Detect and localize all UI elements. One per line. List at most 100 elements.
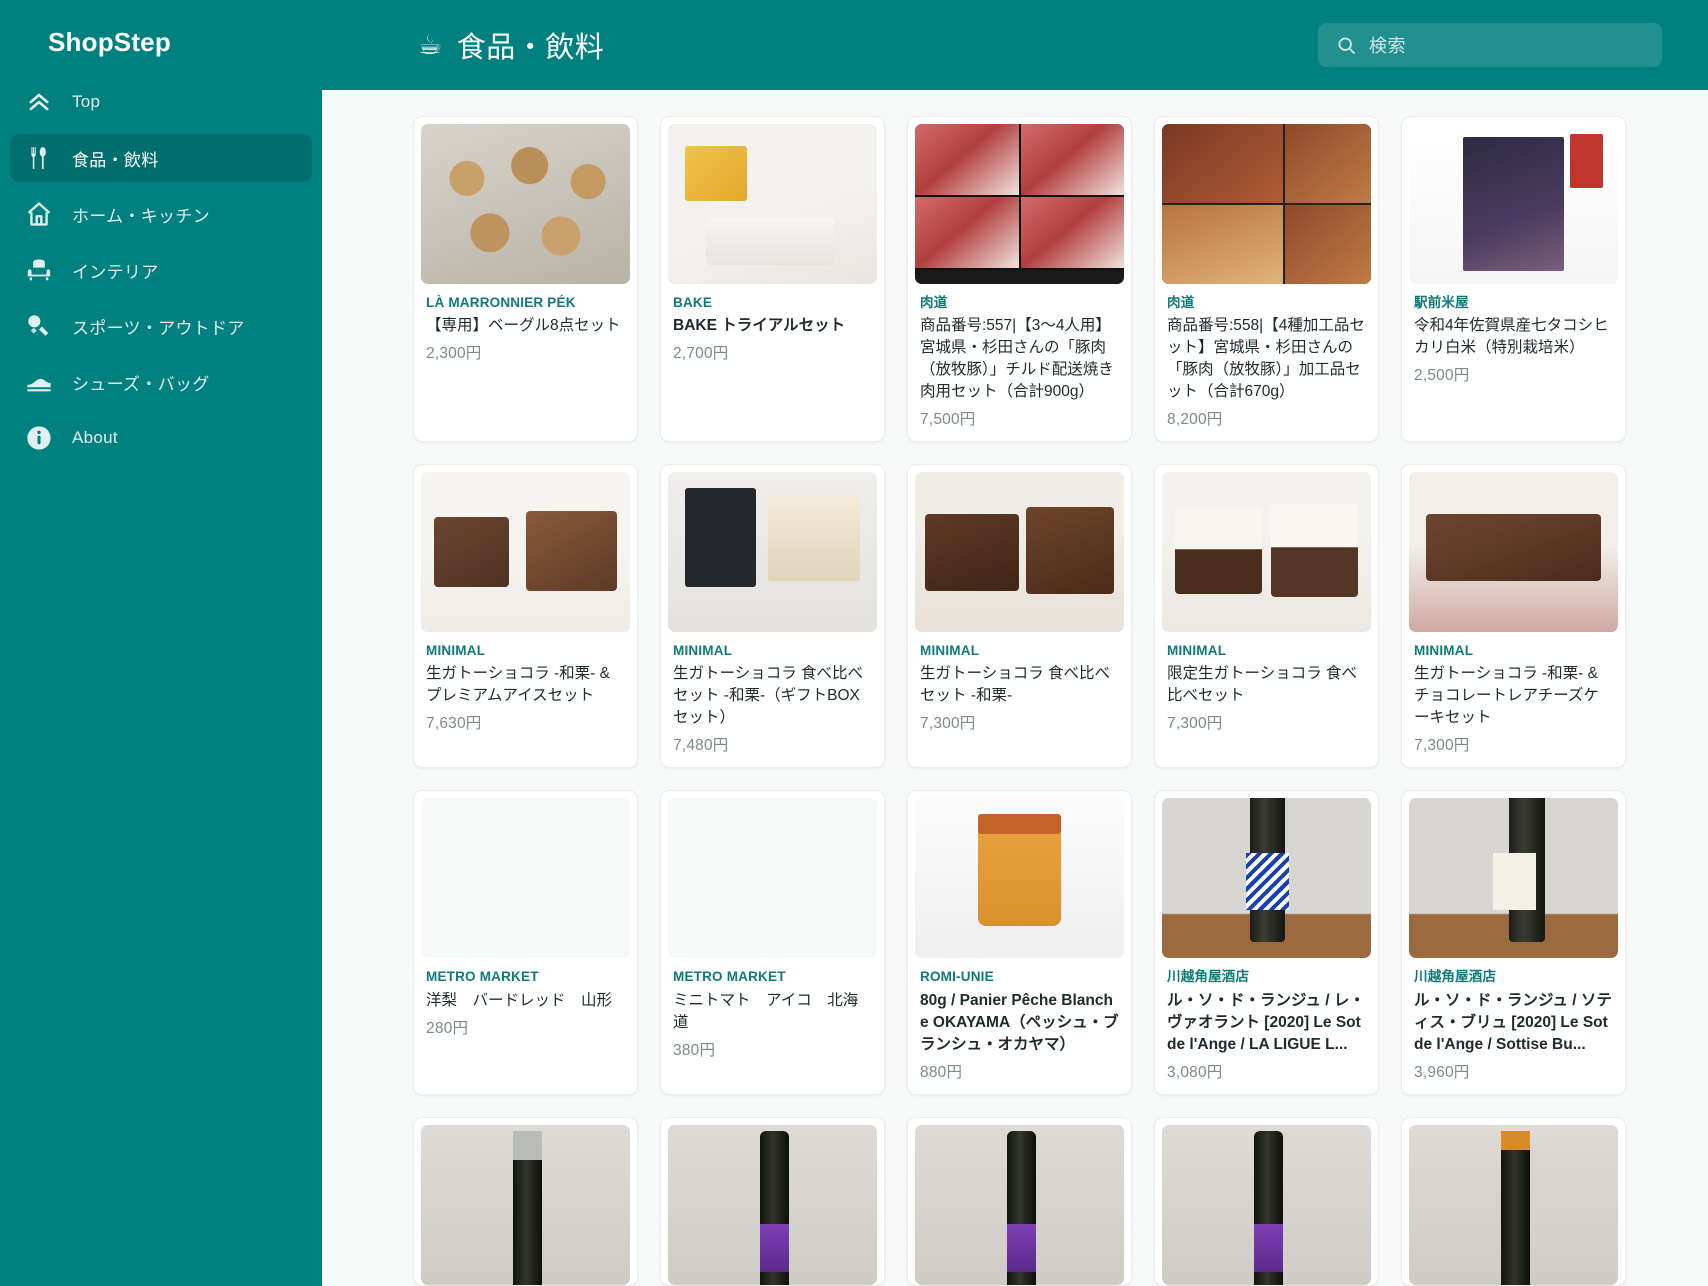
product-shop-name[interactable]: ROMI-UNIE <box>920 968 1119 986</box>
product-card[interactable]: ROMI-UNIE 80g / Panier Pêche Blanche OKAY… <box>907 790 1132 1095</box>
product-card[interactable]: 肉道商品番号:558|【4種加工品セット】宮城県・杉田さんの「豚肉（放牧豚）」加… <box>1154 116 1379 443</box>
product-card[interactable] <box>1401 1116 1626 1286</box>
sidebar-item-label: About <box>72 428 118 447</box>
product-shop-name[interactable]: 駅前米屋 <box>1414 294 1613 312</box>
product-title[interactable]: 【専用】ベーグル8点セット <box>426 315 625 337</box>
search-input[interactable]: 検索 <box>1318 23 1662 67</box>
product-title[interactable]: 生ガトーショコラ 食べ比べセット -和栗-（ギフトBOXセット） <box>673 663 872 729</box>
product-price: 8,200円 <box>1167 411 1223 429</box>
product-shop-name[interactable]: METRO MARKET <box>673 968 872 986</box>
product-title[interactable]: 商品番号:558|【4種加工品セット】宮城県・杉田さんの「豚肉（放牧豚）」加工品… <box>1167 315 1366 403</box>
product-shop-name[interactable]: 肉道 <box>1167 294 1366 312</box>
product-image <box>421 472 630 633</box>
product-info: ROMI-UNIE 80g / Panier Pêche Blanche OKAY… <box>908 958 1131 1093</box>
product-title[interactable]: 洋梨 バードレッド 山形 <box>426 990 625 1012</box>
product-info: MINIMAL 生ガトーショコラ 食べ比べセット -和栗-（ギフトBOXセット） 7… <box>661 632 884 767</box>
product-info: MINIMAL 生ガトーショコラ -和栗- & プレミアムアイスセット 7,630円 <box>414 632 637 745</box>
product-image <box>915 1124 1124 1285</box>
sidebar-item-home-kitchen[interactable]: ホーム・キッチン <box>10 190 312 238</box>
product-card[interactable]: MINIMAL 生ガトーショコラ 食べ比べセット -和栗- 7,300円 <box>907 464 1132 769</box>
product-card[interactable]: BAKE BAKE トライアルセット 2,700円 <box>660 116 885 443</box>
sidebar-item-interior[interactable]: インテリア <box>10 246 312 294</box>
product-shop-name[interactable]: 川越角屋酒店 <box>1167 968 1366 986</box>
product-price: 2,500円 <box>1414 367 1470 385</box>
product-title[interactable]: 令和4年佐賀県産七タコシヒカリ白米（特別栽培米） <box>1414 315 1613 359</box>
page-title: ☕ 食品・飲料 <box>418 24 604 66</box>
product-image <box>1409 472 1618 633</box>
product-grid-container: LÀ MARRONNIER PÉK 【専用】ベーグル8点セット 2,300円 BAKE… <box>322 90 1708 1286</box>
product-card[interactable]: MINIMAL 生ガトーショコラ -和栗- & プレミアムアイスセット 7,630円 <box>413 464 638 769</box>
product-title[interactable]: ル・ソ・ド・ランジュ / ソティス・ブリュ [2020] Le Sot de l… <box>1414 990 1613 1056</box>
product-card[interactable]: METRO MARKET ミニトマト アイコ 北海道 380円 <box>660 790 885 1095</box>
product-card[interactable] <box>1154 1116 1379 1286</box>
product-title[interactable]: 生ガトーショコラ -和栗- & プレミアムアイスセット <box>426 663 625 707</box>
product-card[interactable] <box>413 1116 638 1286</box>
product-price: 880円 <box>920 1063 963 1081</box>
info-icon <box>24 423 54 453</box>
product-image <box>1162 124 1371 284</box>
product-image <box>1409 124 1618 284</box>
sidebar-item-label: インテリア <box>72 262 159 282</box>
product-shop-name[interactable]: MINIMAL <box>673 642 872 660</box>
sidebar-item-label: 食品・飲料 <box>72 150 159 170</box>
product-title[interactable]: 生ガトーショコラ 食べ比べセット -和栗- <box>920 663 1119 707</box>
product-title[interactable]: BAKE トライアルセット <box>673 315 872 337</box>
sidebar-item-about[interactable]: About <box>10 414 312 462</box>
product-shop-name[interactable]: MINIMAL <box>1414 642 1613 660</box>
product-shop-name[interactable]: 肉道 <box>920 294 1119 312</box>
product-price: 7,300円 <box>1414 737 1470 755</box>
search-placeholder: 検索 <box>1369 36 1406 56</box>
fork-spoon-icon <box>24 143 54 173</box>
product-shop-name[interactable]: LÀ MARRONNIER PÉK <box>426 294 625 312</box>
product-image <box>1409 1124 1618 1285</box>
armchair-icon <box>24 255 54 285</box>
sidebar-item-sports-outdoor[interactable]: スポーツ・アウトドア <box>10 302 312 350</box>
sidebar-item-top[interactable]: Top <box>10 78 312 126</box>
product-image <box>668 1124 877 1285</box>
product-card[interactable]: 川越角屋酒店ル・ソ・ド・ランジュ / ソティス・ブリュ [2020] Le So… <box>1401 790 1626 1095</box>
product-info: 駅前米屋令和4年佐賀県産七タコシヒカリ白米（特別栽培米） 2,500円 <box>1402 284 1625 397</box>
product-info: 川越角屋酒店ル・ソ・ド・ランジュ / ソティス・ブリュ [2020] Le So… <box>1402 958 1625 1093</box>
sidebar-item-shoes-bags[interactable]: シューズ・バッグ <box>10 358 312 406</box>
product-shop-name[interactable]: BAKE <box>673 294 872 312</box>
product-shop-name[interactable]: MINIMAL <box>1167 642 1366 660</box>
product-image <box>668 124 877 284</box>
product-card[interactable] <box>660 1116 885 1286</box>
product-image <box>915 124 1124 284</box>
product-card[interactable] <box>907 1116 1132 1286</box>
product-title[interactable]: 80g / Panier Pêche Blanche OKAYAMA（ペッシュ・… <box>920 990 1119 1056</box>
brand-logo[interactable]: ShopStep <box>0 0 322 66</box>
product-image <box>421 798 630 959</box>
product-card[interactable]: MINIMAL 限定生ガトーショコラ 食べ比べセット 7,300円 <box>1154 464 1379 769</box>
product-info: 肉道商品番号:557|【3〜4人用】宮城県・杉田さんの「豚肉（放牧豚）」チルド配… <box>908 284 1131 441</box>
product-shop-name[interactable]: 川越角屋酒店 <box>1414 968 1613 986</box>
sidebar-nav: Top 食品・飲料 ホーム・キッチン インテリア スポーツ・アウトドア シューズ… <box>0 78 322 462</box>
product-card[interactable]: MINIMAL 生ガトーショコラ 食べ比べセット -和栗-（ギフトBOXセット） 7… <box>660 464 885 769</box>
product-image <box>1162 472 1371 633</box>
product-card[interactable]: MINIMAL 生ガトーショコラ -和栗- & チョコレートレアチーズケーキセット… <box>1401 464 1626 769</box>
product-title[interactable]: 限定生ガトーショコラ 食べ比べセット <box>1167 663 1366 707</box>
sidebar: ShopStep Top 食品・飲料 ホーム・キッチン インテリア スポーツ・ア… <box>0 0 322 1286</box>
product-info: 肉道商品番号:558|【4種加工品セット】宮城県・杉田さんの「豚肉（放牧豚）」加… <box>1155 284 1378 441</box>
product-card[interactable]: METRO MARKET 洋梨 バードレッド 山形 280円 <box>413 790 638 1095</box>
product-card[interactable]: 肉道商品番号:557|【3〜4人用】宮城県・杉田さんの「豚肉（放牧豚）」チルド配… <box>907 116 1132 443</box>
product-card[interactable]: 川越角屋酒店ル・ソ・ド・ランジュ / レ・ヴァオラント [2020] Le So… <box>1154 790 1379 1095</box>
product-shop-name[interactable]: MINIMAL <box>426 642 625 660</box>
product-image <box>421 1124 630 1285</box>
product-card[interactable]: 駅前米屋令和4年佐賀県産七タコシヒカリ白米（特別栽培米） 2,500円 <box>1401 116 1626 443</box>
product-info: MINIMAL 生ガトーショコラ -和栗- & チョコレートレアチーズケーキセット… <box>1402 632 1625 767</box>
product-card[interactable]: LÀ MARRONNIER PÉK 【専用】ベーグル8点セット 2,300円 <box>413 116 638 443</box>
sports-icon <box>24 311 54 341</box>
product-info: MINIMAL 限定生ガトーショコラ 食べ比べセット 7,300円 <box>1155 632 1378 745</box>
product-price: 7,630円 <box>426 715 482 733</box>
shoe-icon <box>24 367 54 397</box>
product-title[interactable]: 生ガトーショコラ -和栗- & チョコレートレアチーズケーキセット <box>1414 663 1613 729</box>
product-title[interactable]: 商品番号:557|【3〜4人用】宮城県・杉田さんの「豚肉（放牧豚）」チルド配送焼… <box>920 315 1119 403</box>
product-title[interactable]: ル・ソ・ド・ランジュ / レ・ヴァオラント [2020] Le Sot de l… <box>1167 990 1366 1056</box>
product-title[interactable]: ミニトマト アイコ 北海道 <box>673 990 872 1034</box>
product-price: 2,300円 <box>426 345 482 363</box>
product-shop-name[interactable]: MINIMAL <box>920 642 1119 660</box>
product-image <box>1162 1124 1371 1285</box>
product-shop-name[interactable]: METRO MARKET <box>426 968 625 986</box>
sidebar-item-food-drink[interactable]: 食品・飲料 <box>10 134 312 182</box>
